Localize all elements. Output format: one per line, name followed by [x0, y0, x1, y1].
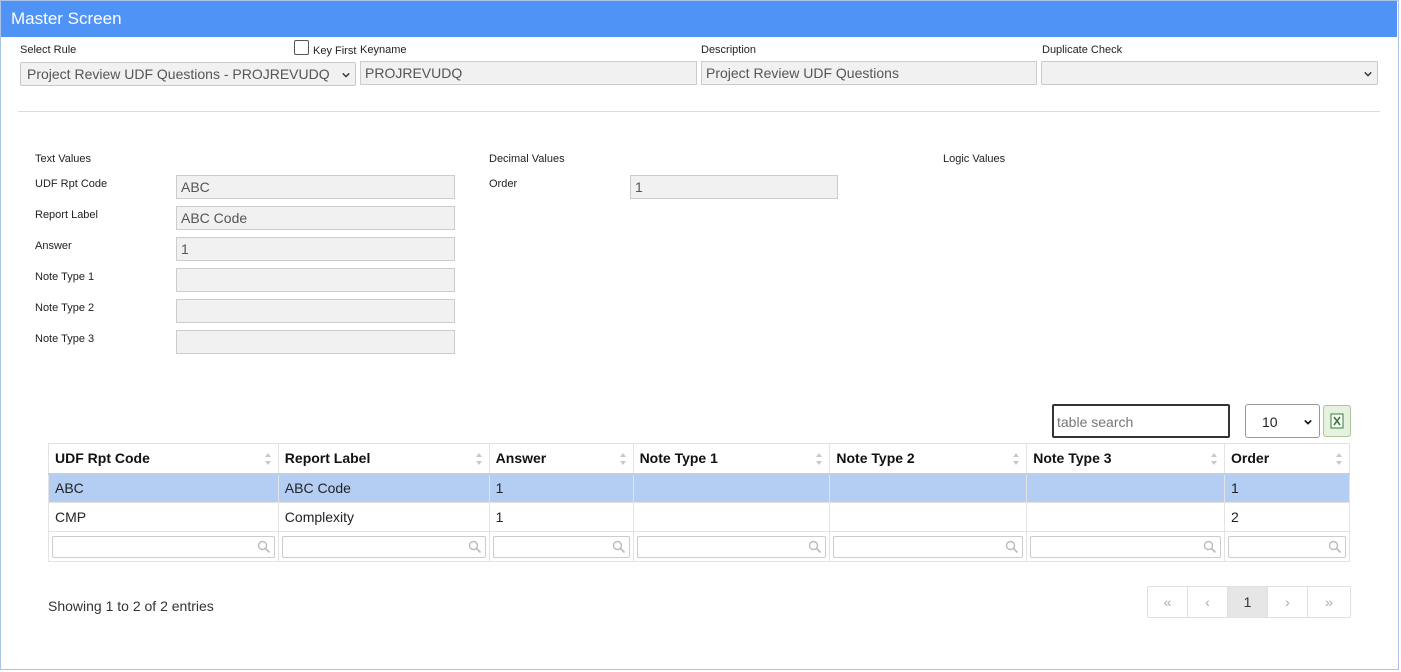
table-cell: 1	[488, 473, 634, 503]
column-filter-input[interactable]	[636, 535, 827, 558]
description-label: Description	[701, 44, 757, 56]
header-divider	[18, 111, 1380, 112]
column-header-note-type-2[interactable]: Note Type 2	[829, 443, 1028, 475]
select-rule-dropdown[interactable]: Project Review UDF Questions - PROJREVUD…	[20, 62, 356, 86]
chevron-down-icon	[1364, 71, 1372, 77]
keyname-label: Keyname	[360, 44, 407, 56]
sort-icon	[1013, 453, 1020, 465]
pagination: « ‹ 1 › »	[1147, 586, 1351, 618]
description-field[interactable]: Project Review UDF Questions	[701, 61, 1037, 85]
filter-cell	[488, 531, 634, 562]
column-filter-input[interactable]	[833, 535, 1024, 558]
udf-table: UDF Rpt Code Report Label Answer Note Ty…	[48, 443, 1350, 562]
answer-field[interactable]: 1	[176, 237, 455, 261]
select-rule-label: Select Rule	[20, 44, 77, 56]
filter-cell	[829, 531, 1028, 562]
column-header-report-label[interactable]: Report Label	[277, 443, 490, 475]
table-cell: 1	[1224, 473, 1350, 503]
filter-row	[48, 531, 1350, 562]
search-icon	[257, 540, 270, 553]
pager-first-button[interactable]: «	[1148, 587, 1188, 617]
search-icon	[809, 540, 822, 553]
filter-cell	[48, 531, 279, 562]
table-cell	[632, 502, 831, 532]
column-filter-input[interactable]	[52, 535, 275, 558]
column-header-note-type-3[interactable]: Note Type 3	[1026, 443, 1226, 475]
table-cell: 1	[488, 502, 634, 532]
column-filter-input[interactable]	[492, 535, 630, 558]
pager-prev-button[interactable]: ‹	[1188, 587, 1228, 617]
duplicate-check-dropdown[interactable]	[1041, 61, 1378, 85]
page-size-value: 10	[1262, 414, 1278, 430]
order-field[interactable]: 1	[630, 175, 838, 199]
note-type-1-field[interactable]	[176, 268, 455, 292]
order-label: Order	[489, 178, 518, 190]
udf-rpt-code-field[interactable]: ABC	[176, 175, 455, 199]
column-filter-input[interactable]	[1030, 535, 1222, 558]
table-cell	[829, 502, 1028, 532]
column-header-udf-rpt-code[interactable]: UDF Rpt Code	[48, 443, 279, 475]
window-title: Master Screen	[1, 1, 1397, 37]
filter-cell	[632, 531, 831, 562]
text-values-heading: Text Values	[35, 153, 92, 165]
select-rule-value: Project Review UDF Questions - PROJREVUD…	[27, 66, 330, 82]
udf-rpt-code-label: UDF Rpt Code	[35, 178, 108, 190]
pager-next-button[interactable]: ›	[1268, 587, 1308, 617]
column-filter-input[interactable]	[1228, 535, 1346, 558]
report-label-field[interactable]: ABC Code	[176, 206, 455, 230]
chevron-down-icon	[1304, 419, 1312, 425]
note-type-2-field[interactable]	[176, 299, 455, 323]
table-cell: ABC Code	[277, 473, 490, 503]
filter-cell	[1224, 531, 1350, 562]
column-header-answer[interactable]: Answer	[488, 443, 634, 475]
table-row[interactable]: ABC ABC Code 1 1	[48, 473, 1350, 503]
sort-icon	[619, 453, 626, 465]
keyname-field[interactable]: PROJREVUDQ	[360, 61, 697, 85]
table-cell: ABC	[48, 473, 279, 503]
table-cell: CMP	[48, 502, 279, 532]
key-first-label: Key First	[313, 45, 357, 57]
sort-icon	[264, 453, 271, 465]
table-cell	[1026, 502, 1226, 532]
table-cell: Complexity	[277, 502, 490, 532]
column-header-note-type-1[interactable]: Note Type 1	[632, 443, 831, 475]
logic-values-heading: Logic Values	[943, 153, 1006, 165]
filter-cell	[1026, 531, 1226, 562]
note-type-2-label: Note Type 2	[35, 302, 95, 314]
key-first-checkbox[interactable]	[294, 40, 309, 55]
table-cell: 2	[1224, 502, 1350, 532]
search-icon	[468, 540, 481, 553]
note-type-3-label: Note Type 3	[35, 333, 95, 345]
chevron-down-icon	[342, 72, 350, 78]
pager-page-1[interactable]: 1	[1228, 587, 1268, 617]
table-cell	[1026, 473, 1226, 503]
answer-label: Answer	[35, 240, 72, 252]
table-cell	[632, 473, 831, 503]
entries-info: Showing 1 to 2 of 2 entries	[48, 598, 214, 614]
decimal-values-heading: Decimal Values	[489, 153, 565, 165]
sort-icon	[1336, 453, 1342, 465]
pager-last-button[interactable]: »	[1308, 587, 1350, 617]
search-icon	[612, 540, 625, 553]
table-cell	[829, 473, 1028, 503]
filter-cell	[277, 531, 490, 562]
report-label-label: Report Label	[35, 209, 98, 221]
sort-icon	[475, 453, 482, 465]
table-row[interactable]: CMP Complexity 1 2	[48, 502, 1350, 532]
search-icon	[1006, 540, 1019, 553]
search-icon	[1203, 540, 1217, 553]
excel-icon	[1330, 413, 1344, 429]
table-search-input[interactable]: table search	[1052, 404, 1230, 438]
export-excel-button[interactable]	[1323, 405, 1351, 437]
sort-icon	[816, 453, 823, 465]
sort-icon	[1211, 453, 1218, 465]
table-header-row: UDF Rpt Code Report Label Answer Note Ty…	[48, 443, 1350, 475]
search-icon	[1328, 540, 1342, 553]
duplicate-check-label: Duplicate Check	[1042, 44, 1123, 56]
note-type-1-label: Note Type 1	[35, 271, 95, 283]
column-header-order[interactable]: Order	[1224, 443, 1350, 475]
column-filter-input[interactable]	[281, 535, 486, 558]
page-size-select[interactable]: 10	[1245, 404, 1320, 438]
note-type-3-field[interactable]	[176, 330, 455, 354]
